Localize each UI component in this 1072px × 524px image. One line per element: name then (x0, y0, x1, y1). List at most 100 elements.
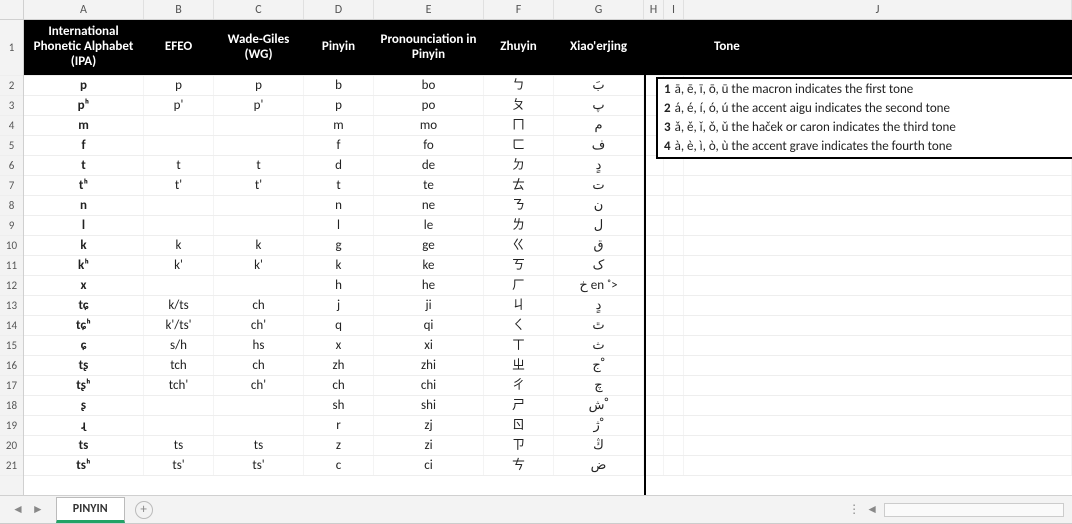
tab-next-icon[interactable]: ► (28, 502, 48, 517)
cell-empty[interactable] (684, 316, 1072, 335)
cell-A12[interactable]: x (24, 276, 144, 295)
cell-C2[interactable]: p (214, 76, 304, 95)
col-D[interactable]: D (304, 0, 374, 19)
cell-empty[interactable] (644, 436, 664, 455)
cell-A17[interactable]: tʂʰ (24, 376, 144, 395)
cell-empty[interactable] (644, 316, 664, 335)
cell-E6[interactable]: de (374, 156, 484, 175)
cell-E12[interactable]: he (374, 276, 484, 295)
cell-A4[interactable]: m (24, 116, 144, 135)
cell-E14[interactable]: qi (374, 316, 484, 335)
cell-empty[interactable] (684, 336, 1072, 355)
cell-empty[interactable] (664, 216, 684, 235)
cell-empty[interactable] (644, 216, 664, 235)
cell-G3[interactable]: پ (554, 96, 644, 115)
cell-F15[interactable]: ㄒ (484, 336, 554, 355)
cell-G9[interactable]: ل (554, 216, 644, 235)
cell-F17[interactable]: ㄔ (484, 376, 554, 395)
cell-D17[interactable]: ch (304, 376, 374, 395)
row-7[interactable]: 7 (0, 176, 23, 196)
cell-F13[interactable]: ㄐ (484, 296, 554, 315)
cell-G4[interactable]: م (554, 116, 644, 135)
cell-F10[interactable]: ㄍ (484, 236, 554, 255)
cell-E18[interactable]: shi (374, 396, 484, 415)
cell-E21[interactable]: ci (374, 456, 484, 475)
row-21[interactable]: 21 (0, 456, 23, 476)
row-16[interactable]: 16 (0, 356, 23, 376)
cell-E11[interactable]: ke (374, 256, 484, 275)
cell-A3[interactable]: pʰ (24, 96, 144, 115)
cell-B16[interactable]: tch (144, 356, 214, 375)
row-19[interactable]: 19 (0, 416, 23, 436)
cell-empty[interactable] (644, 256, 664, 275)
cell-empty[interactable] (644, 276, 664, 295)
cell-B19[interactable] (144, 416, 214, 435)
cell-A19[interactable]: ɻ (24, 416, 144, 435)
col-A[interactable]: A (24, 0, 144, 19)
add-sheet-button[interactable]: + (135, 501, 153, 519)
cell-D8[interactable]: n (304, 196, 374, 215)
cell-G5[interactable]: ف (554, 136, 644, 155)
cell-F4[interactable]: ㄇ (484, 116, 554, 135)
cell-G19[interactable]: ژ ْ (554, 416, 644, 435)
cell-C12[interactable] (214, 276, 304, 295)
row-14[interactable]: 14 (0, 316, 23, 336)
cell-A6[interactable]: t (24, 156, 144, 175)
cell-D18[interactable]: sh (304, 396, 374, 415)
cell-empty[interactable] (644, 176, 664, 195)
cell-B21[interactable]: ts' (144, 456, 214, 475)
cell-empty[interactable] (684, 276, 1072, 295)
col-G[interactable]: G (554, 0, 644, 19)
cell-F20[interactable]: ㄗ (484, 436, 554, 455)
cell-empty[interactable] (664, 296, 684, 315)
cell-A8[interactable]: n (24, 196, 144, 215)
select-all-corner[interactable] (0, 0, 24, 19)
cell-D11[interactable]: k (304, 256, 374, 275)
cell-empty[interactable] (684, 356, 1072, 375)
cell-E2[interactable]: bo (374, 76, 484, 95)
cell-empty[interactable] (684, 456, 1072, 475)
row-1[interactable]: 1 (0, 20, 23, 76)
cell-G15[interactable]: ث (554, 336, 644, 355)
cell-empty[interactable] (684, 436, 1072, 455)
cell-G13[interactable]: دٍ (554, 296, 644, 315)
cell-C19[interactable] (214, 416, 304, 435)
cell-A10[interactable]: k (24, 236, 144, 255)
cell-empty[interactable] (664, 456, 684, 475)
cell-A15[interactable]: ɕ (24, 336, 144, 355)
cell-F7[interactable]: ㄊ (484, 176, 554, 195)
cell-G17[interactable]: چ (554, 376, 644, 395)
cell-empty[interactable] (684, 416, 1072, 435)
cell-G20[interactable]: ڭ (554, 436, 644, 455)
cell-A2[interactable]: p (24, 76, 144, 95)
cell-G16[interactable]: ج ْ (554, 356, 644, 375)
col-I[interactable]: I (664, 0, 684, 19)
cell-empty[interactable] (644, 336, 664, 355)
cell-E15[interactable]: xi (374, 336, 484, 355)
row-17[interactable]: 17 (0, 376, 23, 396)
cell-B13[interactable]: k/ts (144, 296, 214, 315)
cell-G2[interactable]: بَ (554, 76, 644, 95)
cell-D16[interactable]: zh (304, 356, 374, 375)
cell-B7[interactable]: t' (144, 176, 214, 195)
cell-G7[interactable]: ت (554, 176, 644, 195)
cell-F18[interactable]: ㄕ (484, 396, 554, 415)
cell-D15[interactable]: x (304, 336, 374, 355)
cell-D2[interactable]: b (304, 76, 374, 95)
cell-E5[interactable]: fo (374, 136, 484, 155)
cell-empty[interactable] (684, 256, 1072, 275)
cell-B2[interactable]: p (144, 76, 214, 95)
tab-prev-icon[interactable]: ◄ (8, 502, 28, 517)
horizontal-scrollbar[interactable] (884, 503, 1064, 517)
row-5[interactable]: 5 (0, 136, 23, 156)
cell-empty[interactable] (684, 216, 1072, 235)
cell-F16[interactable]: ㄓ (484, 356, 554, 375)
cell-C13[interactable]: ch (214, 296, 304, 315)
cell-G18[interactable]: ش ْ (554, 396, 644, 415)
cell-C14[interactable]: ch' (214, 316, 304, 335)
cell-A16[interactable]: tʂ (24, 356, 144, 375)
cell-F5[interactable]: ㄈ (484, 136, 554, 155)
cell-D3[interactable]: p (304, 96, 374, 115)
cell-empty[interactable] (644, 296, 664, 315)
cell-E7[interactable]: te (374, 176, 484, 195)
